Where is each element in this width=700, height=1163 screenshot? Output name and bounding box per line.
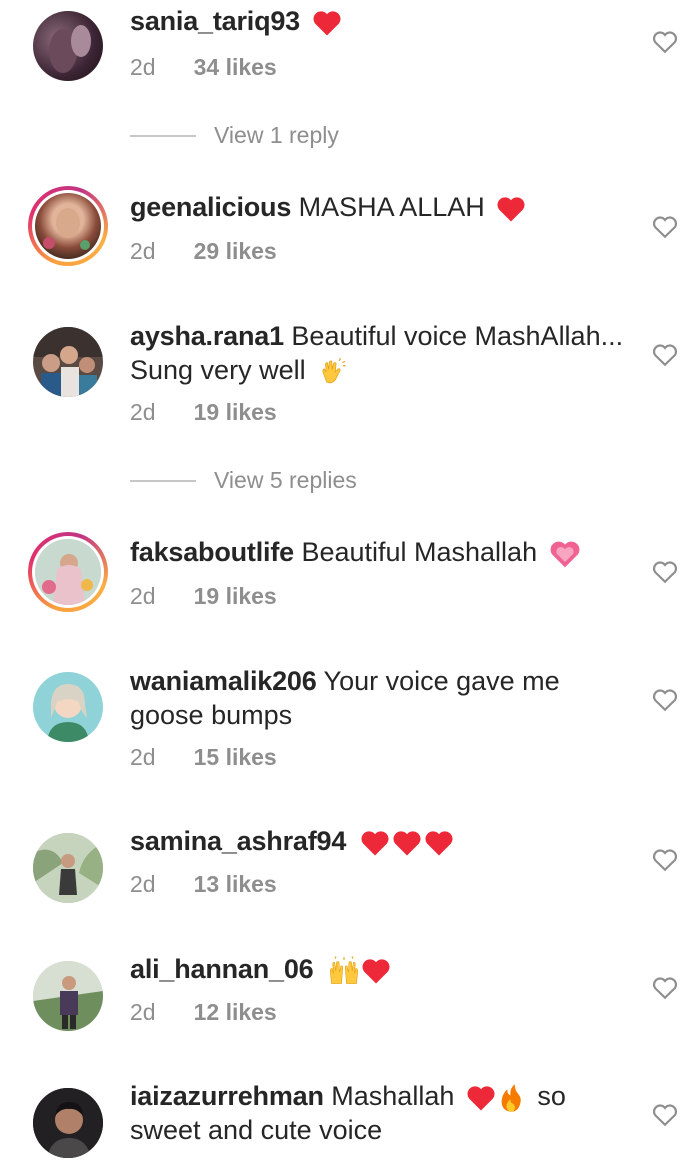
raising-hands-icon [329, 956, 359, 984]
comment-username[interactable]: faksaboutlife [130, 537, 294, 567]
avatar[interactable] [28, 6, 108, 86]
red-heart-icon [362, 959, 390, 984]
comment-likes[interactable]: 29 likes [194, 238, 277, 264]
comment-likes[interactable]: 13 likes [194, 871, 277, 897]
comment-likes[interactable]: 34 likes [194, 54, 277, 80]
red-heart-icon [467, 1086, 495, 1111]
red-heart-icon [497, 197, 525, 222]
pink-heart-icon [550, 541, 580, 568]
red-heart-icon [361, 831, 389, 856]
avatar[interactable] [28, 532, 108, 612]
comment-likes[interactable]: 19 likes [194, 583, 277, 609]
like-heart-icon[interactable] [652, 30, 678, 54]
comment-age: 2d [130, 238, 156, 264]
comment-likes[interactable]: 15 likes [194, 744, 277, 770]
red-heart-icon [313, 11, 341, 36]
comment-age: 2d [130, 399, 156, 425]
avatar[interactable] [28, 1083, 108, 1163]
comment-username[interactable]: geenalicious [130, 192, 291, 222]
clapping-hands-icon [322, 357, 346, 384]
comment-username[interactable]: iaizazurrehman [130, 1081, 324, 1111]
view-replies-button[interactable]: View 1 reply [130, 122, 339, 149]
comment-likes[interactable]: 19 likes [194, 399, 277, 425]
comment-username[interactable]: ali_hannan_06 [130, 954, 314, 984]
comment-age: 2d [130, 871, 156, 897]
view-replies-button[interactable]: View 5 replies [130, 467, 357, 494]
avatar[interactable] [28, 956, 108, 1036]
like-heart-icon[interactable] [652, 215, 678, 239]
avatar[interactable] [28, 828, 108, 908]
comment-username[interactable]: aysha.rana1 [130, 321, 284, 351]
red-heart-icon [425, 831, 453, 856]
view-replies-label: View 1 reply [214, 122, 339, 148]
comment-text: MASHA ALLAH [291, 192, 485, 222]
comment-username[interactable]: sania_tariq93 [130, 6, 300, 36]
comment-age: 2d [130, 999, 156, 1025]
comment-likes[interactable]: 12 likes [194, 999, 277, 1025]
like-heart-icon[interactable] [652, 688, 678, 712]
comment-username[interactable]: waniamalik206 [130, 666, 317, 696]
avatar[interactable] [28, 186, 108, 266]
comment-age: 2d [130, 583, 156, 609]
comment-age: 2d [130, 744, 156, 770]
view-replies-label: View 5 replies [214, 467, 357, 493]
like-heart-icon[interactable] [652, 560, 678, 584]
avatar[interactable] [28, 667, 108, 747]
comment-username[interactable]: samina_ashraf94 [130, 826, 346, 856]
comment-age: 2d [130, 54, 156, 80]
reply-divider [130, 134, 196, 137]
like-heart-icon[interactable] [652, 976, 678, 1000]
red-heart-icon [393, 831, 421, 856]
avatar[interactable] [28, 322, 108, 402]
fire-icon [501, 1084, 521, 1112]
reply-divider [130, 479, 196, 482]
like-heart-icon[interactable] [652, 343, 678, 367]
like-heart-icon[interactable] [652, 1103, 678, 1127]
comment-text: Mashallah [323, 1081, 455, 1111]
comment-text: Beautiful Mashallah [293, 537, 538, 567]
like-heart-icon[interactable] [652, 848, 678, 872]
